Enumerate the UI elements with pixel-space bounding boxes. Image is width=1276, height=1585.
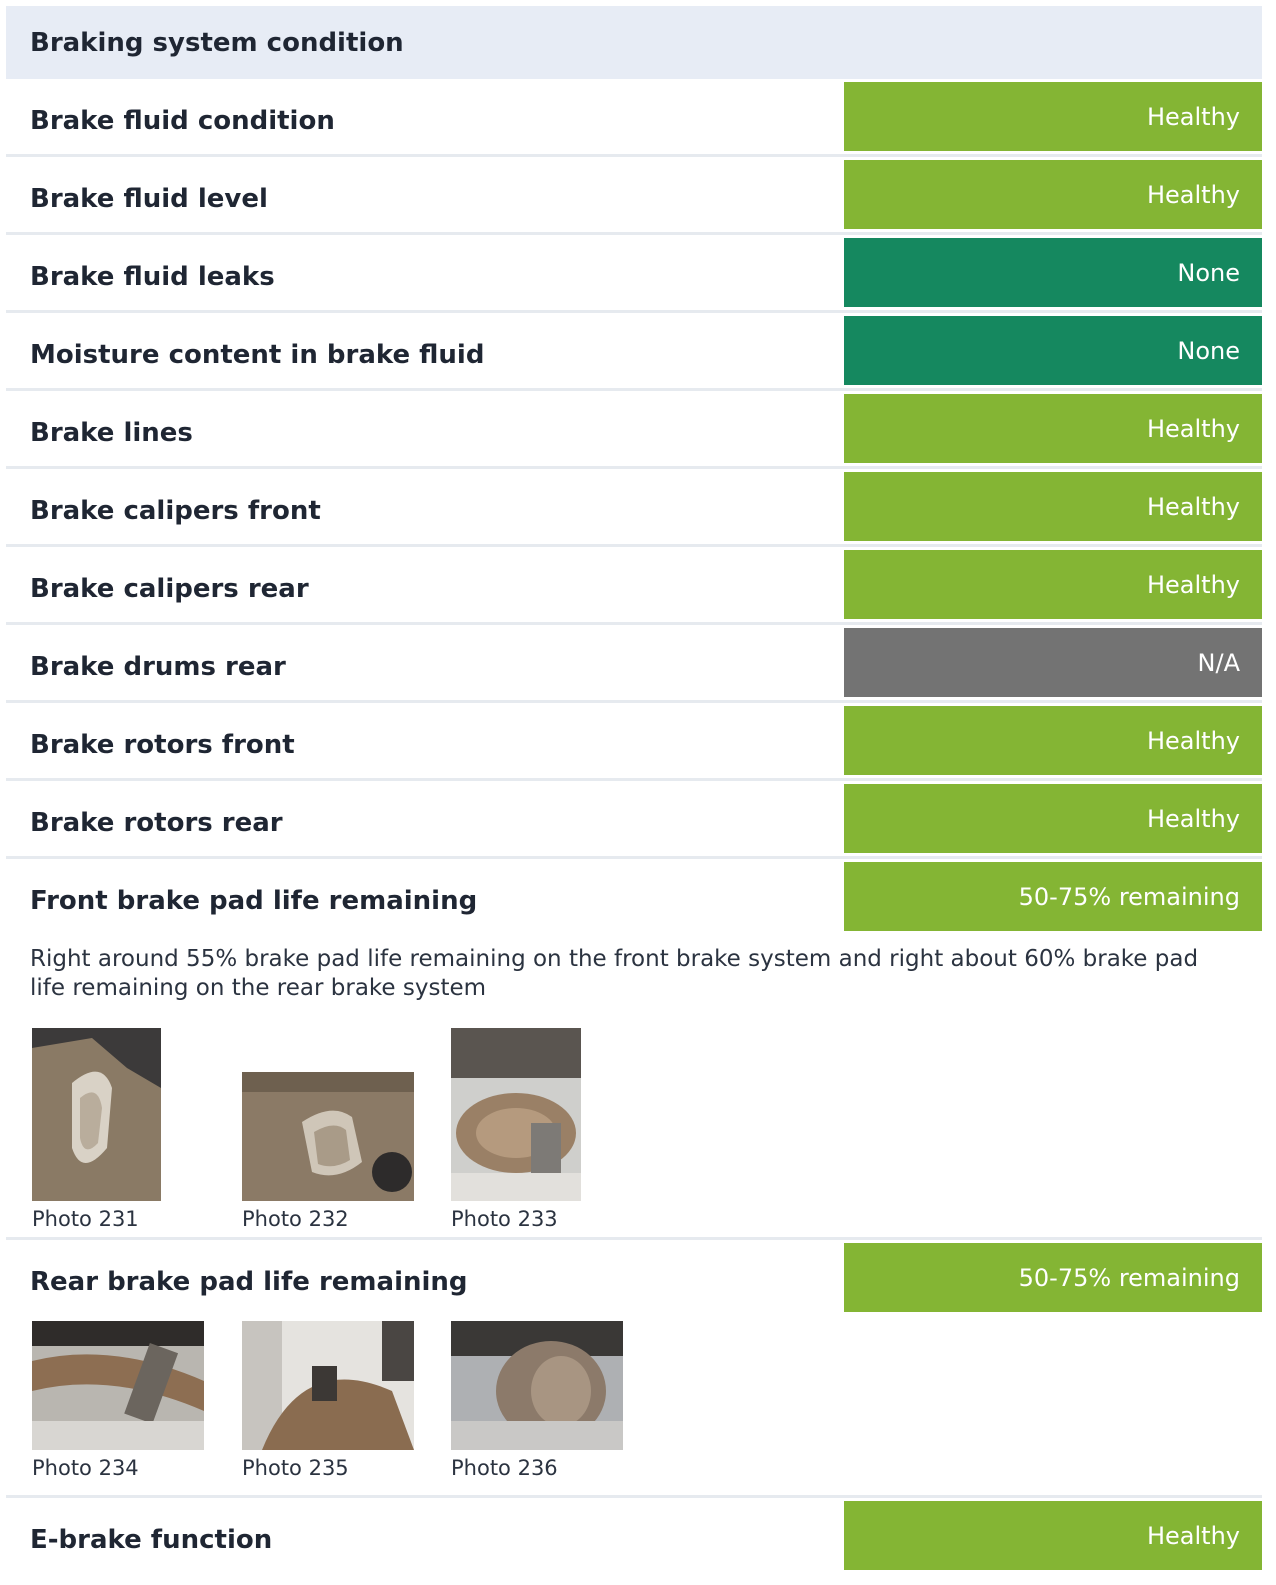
photo-image [32,1321,204,1450]
status-badge: N/A [844,628,1262,697]
inspection-row: Brake fluid leaks None [6,235,1262,313]
photo-caption: Photo 234 [32,1456,139,1480]
inspection-row: Brake lines Healthy [6,391,1262,469]
row-label: Brake rotors rear [30,808,283,838]
front-pad-row: Front brake pad life remaining 50-75% re… [6,859,1262,1240]
row-label: Brake drums rear [30,652,286,682]
photo-image [242,1321,414,1450]
braking-section: Braking system condition Brake fluid con… [6,6,1262,1578]
photo-gallery: Photo 231 Photo 232 Photo 233 [6,1028,1262,1232]
inspection-row: Brake rotors rear Healthy [6,781,1262,859]
row-label: Brake fluid level [30,184,268,214]
row-label: Rear brake pad life remaining [30,1267,468,1297]
ebrake-row: E-brake function Healthy [6,1498,1262,1578]
photo-image [451,1028,581,1201]
status-badge: 50-75% remaining [844,1243,1262,1312]
section-title: Braking system condition [6,6,1262,79]
photo-thumbnail[interactable]: Photo 232 [242,1028,451,1232]
row-label: Brake fluid condition [30,106,335,136]
photo-image [32,1028,161,1201]
row-label: Moisture content in brake fluid [30,340,485,370]
inspection-list: Brake fluid condition Healthy Brake fluid … [6,79,1262,859]
row-label: Brake calipers front [30,496,321,526]
status-badge: None [844,316,1262,385]
row-label: E-brake function [30,1525,273,1555]
row-label: Brake fluid leaks [30,262,275,292]
rear-pad-row: Rear brake pad life remaining 50-75% rem… [6,1240,1262,1498]
photo-image [242,1072,414,1201]
photo-image [451,1321,623,1450]
status-badge: Healthy [844,160,1262,229]
inspection-row: Moisture content in brake fluid None [6,313,1262,391]
row-label: Brake calipers rear [30,574,309,604]
photo-caption: Photo 233 [451,1207,558,1231]
photo-thumbnail[interactable]: Photo 234 [32,1321,242,1481]
photo-caption: Photo 232 [242,1207,349,1231]
photo-thumbnail[interactable]: Photo 236 [451,1321,651,1481]
row-label: Brake lines [30,418,193,448]
photo-thumbnail[interactable]: Photo 233 [451,1028,631,1232]
row-label: Front brake pad life remaining [30,886,478,916]
status-badge: Healthy [844,706,1262,775]
inspection-row: Brake calipers rear Healthy [6,547,1262,625]
inspection-row: Brake calipers front Healthy [6,469,1262,547]
status-badge: Healthy [844,1501,1262,1570]
inspection-row: Brake rotors front Healthy [6,703,1262,781]
inspection-row: Brake fluid level Healthy [6,157,1262,235]
inspector-note: Right around 55% brake pad life remainin… [30,946,1199,1001]
photo-caption: Photo 231 [32,1207,139,1231]
status-badge: 50-75% remaining [844,862,1262,931]
photo-caption: Photo 235 [242,1456,349,1480]
photo-thumbnail[interactable]: Photo 231 [32,1028,242,1232]
inspection-row: Brake drums rear N/A [6,625,1262,703]
status-badge: Healthy [844,394,1262,463]
status-badge: Healthy [844,784,1262,853]
photo-gallery: Photo 234 Photo 235 Photo 236 [6,1321,1262,1481]
status-badge: None [844,238,1262,307]
row-label: Brake rotors front [30,730,295,760]
inspection-row: Brake fluid condition Healthy [6,79,1262,157]
photo-caption: Photo 236 [451,1456,558,1480]
status-badge: Healthy [844,472,1262,541]
status-badge: Healthy [844,82,1262,151]
photo-thumbnail[interactable]: Photo 235 [242,1321,451,1481]
status-badge: Healthy [844,550,1262,619]
